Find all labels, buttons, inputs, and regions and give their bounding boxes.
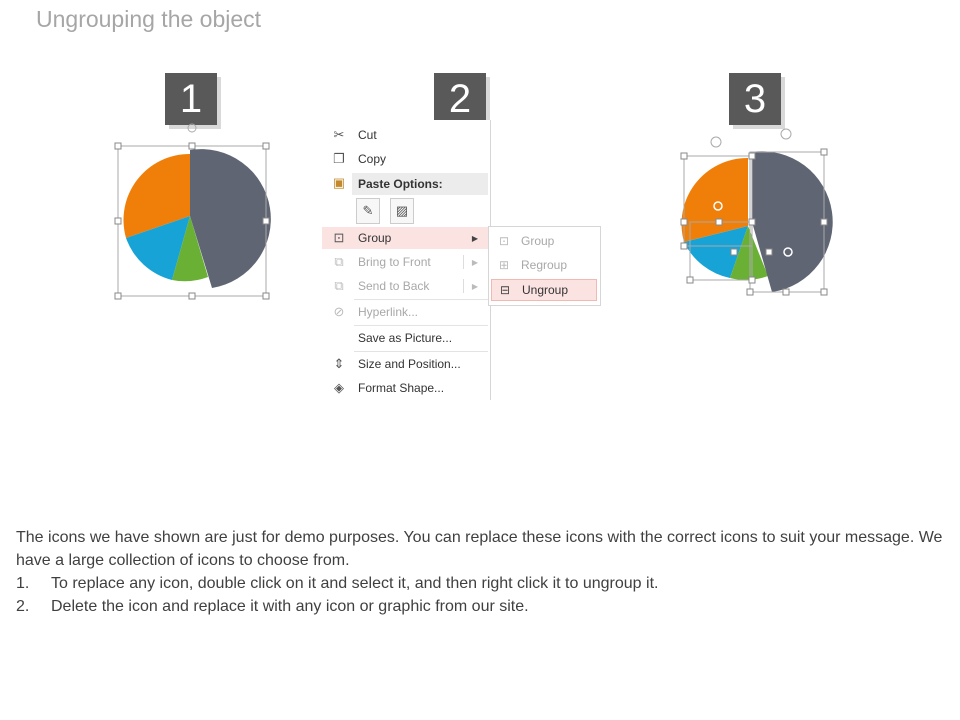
instructions-text: The icons we have shown are just for dem… [16, 526, 946, 618]
paste-options-row: ✎ ▨ [356, 198, 414, 224]
bring-to-front-icon: ⧉ [334, 254, 344, 269]
menu-separator [354, 299, 488, 300]
grouped-pie-object[interactable] [110, 118, 280, 308]
paste-picture-icon[interactable]: ▨ [390, 198, 414, 224]
context-menu: ✂ Cut ❐ Copy ▣ Paste Options: ✎ ▨ ⊡ Grou… [322, 120, 491, 400]
send-to-back-icon: ⧉ [334, 278, 344, 293]
submenu-item-ungroup[interactable]: ⊟ Ungroup [491, 279, 597, 301]
paint-bucket-icon: ◈ [334, 380, 344, 395]
menu-item-group[interactable]: ⊡ Group ▶ [322, 227, 488, 249]
submenu-arrow-icon: ▶ [471, 257, 478, 267]
menu-item-size-and-position[interactable]: ⇕ Size and Position... [322, 353, 488, 375]
clipboard-icon: ▣ [332, 175, 346, 190]
ungrouped-pie-object[interactable] [676, 122, 836, 302]
split-divider [463, 279, 464, 293]
menu-separator [354, 351, 488, 352]
menu-separator [354, 325, 488, 326]
instructions-paragraph: The icons we have shown are just for dem… [16, 529, 943, 569]
menu-item-cut[interactable]: ✂ Cut [322, 124, 488, 146]
step-badge-3: 3 [729, 73, 781, 125]
list-item: 2. Delete the icon and replace it with a… [16, 598, 529, 615]
submenu-arrow-icon: ▶ [471, 281, 478, 291]
copy-icon: ❐ [333, 151, 345, 166]
paste-options-icon-cell: ▣ [322, 172, 352, 194]
ungroup-icon: ⊟ [499, 283, 511, 297]
scissors-icon: ✂ [333, 127, 345, 142]
submenu-item-group[interactable]: ⊡ Group [491, 230, 597, 252]
menu-item-send-to-back[interactable]: ⧉ Send to Back ▶ [322, 275, 488, 297]
paste-keep-formatting-icon[interactable]: ✎ [356, 198, 380, 224]
regroup-icon: ⊞ [498, 258, 510, 272]
link-icon: ⊘ [333, 304, 345, 319]
submenu-item-regroup[interactable]: ⊞ Regroup [491, 254, 597, 276]
size-position-icon: ⇕ [333, 356, 345, 371]
menu-item-format-shape[interactable]: ◈ Format Shape... [322, 377, 488, 399]
split-divider [463, 255, 464, 269]
paste-options-heading: Paste Options: [352, 173, 488, 195]
group-icon: ⊡ [333, 230, 345, 245]
submenu-arrow-icon: ▶ [471, 233, 478, 243]
pie-chart-grouped [123, 149, 271, 288]
menu-item-hyperlink[interactable]: ⊘ Hyperlink... [322, 301, 488, 323]
menu-item-save-as-picture[interactable]: Save as Picture... [322, 327, 488, 349]
menu-item-bring-to-front[interactable]: ⧉ Bring to Front ▶ [322, 251, 488, 273]
list-item: 1. To replace any icon, double click on … [16, 575, 659, 592]
group-icon: ⊡ [498, 234, 510, 248]
menu-item-copy[interactable]: ❐ Copy [322, 148, 488, 170]
slide-title: Ungrouping the object [36, 6, 262, 32]
group-submenu: ⊡ Group ⊞ Regroup ⊟ Ungroup [488, 226, 601, 306]
step-badge-2: 2 [434, 73, 486, 125]
blank-icon [326, 327, 352, 349]
